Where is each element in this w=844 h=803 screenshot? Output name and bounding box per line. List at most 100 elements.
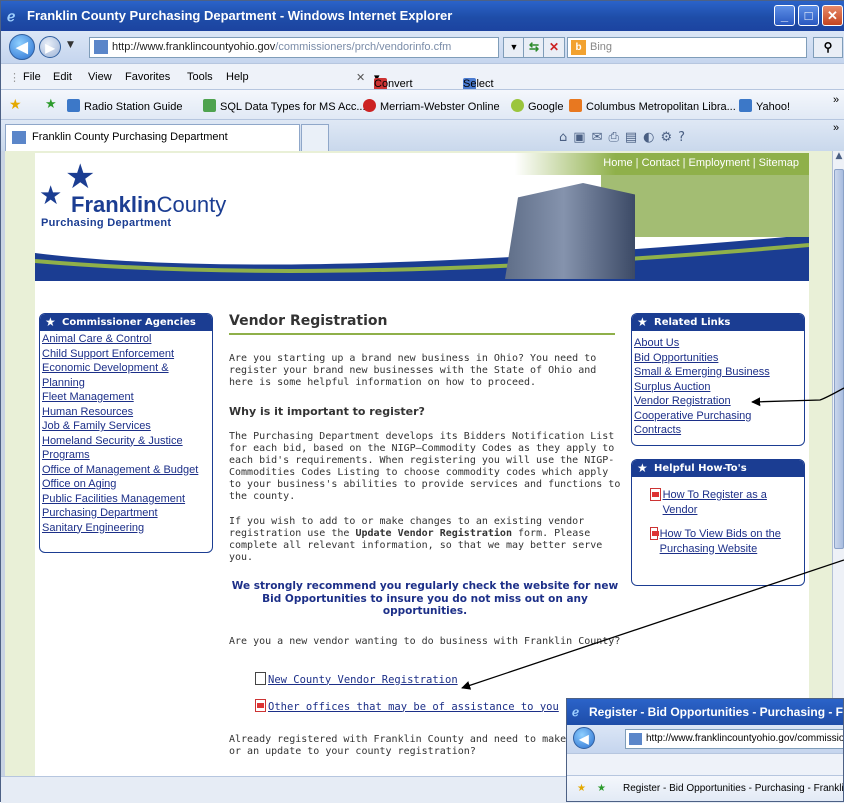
chevron-more-icon[interactable]: » [833,94,839,106]
nav-human-resources[interactable]: Human Resources [42,405,210,420]
howto-title: Helpful How-To's [654,463,747,474]
fav-columbus-library[interactable]: Columbus Metropolitan Libra... [569,99,736,113]
safety-icon[interactable]: ◐ [643,130,660,145]
home-icon[interactable]: ⌂ [559,130,573,145]
maximize-button[interactable]: □ [798,5,819,26]
page-title: Vendor Registration [229,313,615,335]
nav-animal-care[interactable]: Animal Care & Control [42,332,210,347]
nav-office-management[interactable]: Office of Management & Budget [42,463,210,478]
popup-title: Register - Bid Opportunities - Purchasin… [589,705,844,719]
popup-address-input[interactable]: http://www.franklincountyohio.gov/commis… [625,729,843,749]
favorites-star-icon[interactable]: ★ [577,776,586,801]
add-favorites-icon[interactable]: ★ [597,776,606,801]
convert-button[interactable]: Convert ▾ [374,71,413,91]
refresh-button[interactable]: ⇆ [523,37,545,58]
tools-gear-icon[interactable]: ⚙ [661,130,679,145]
nav-public-facilities[interactable]: Public Facilities Management [42,492,210,507]
popup-back-button[interactable]: ◀ [573,727,595,749]
scroll-up-icon[interactable]: ▲ [833,151,844,167]
rl-vendor-registration[interactable]: Vendor Registration [634,394,802,409]
menu-file[interactable]: File [23,71,41,83]
popup-title-bar: ℯ Register - Bid Opportunities - Purchasi… [567,699,843,725]
nav-sanitary-engineering[interactable]: Sanitary Engineering [42,521,210,536]
feeds-icon[interactable]: ▣ [573,130,591,145]
logo-county: County [156,192,227,217]
fav-google[interactable]: Google [511,99,563,113]
fav-merriam-webster[interactable]: Merriam-Webster Online [363,99,500,113]
top-link-employment[interactable]: Employment [689,157,750,169]
popup-toolbar [567,753,843,775]
rl-surplus-auction[interactable]: Surplus Auction [634,380,802,395]
nav-job-family[interactable]: Job & Family Services [42,419,210,434]
update-bold: Update Vendor Registration [355,528,512,539]
nav-fleet-management[interactable]: Fleet Management [42,390,210,405]
site-header: Home | Contact | Employment | Sitemap ★ … [35,153,809,281]
tab-label: Franklin County Purchasing Department [32,131,228,143]
rl-bid-opportunities[interactable]: Bid Opportunities [634,351,802,366]
fav-label: Google [528,101,564,113]
vertical-scrollbar[interactable]: ▲ [832,151,844,776]
url-path: /commissioners/prch/vendorinfo.cfm [275,41,452,53]
url-dropdown-button[interactable]: ▼ [503,37,525,58]
rl-cooperative-purchasing[interactable]: Cooperative Purchasing [634,409,802,424]
top-link-sitemap[interactable]: Sitemap [759,157,799,169]
nav-homeland-security[interactable]: Homeland Security & Justice Programs [42,434,210,463]
search-button[interactable]: ⚲ [813,37,843,58]
nav-child-support[interactable]: Child Support Enforcement [42,347,210,362]
page-body: Home | Contact | Employment | Sitemap ★ … [35,153,809,776]
site-logo[interactable]: ★ ★ FranklinCounty Purchasing Department [39,157,299,237]
nav-purchasing[interactable]: Purchasing Department [42,506,210,521]
rl-small-emerging-business[interactable]: Small & Emerging Business [634,365,802,380]
ie-page-icon [739,99,752,112]
scroll-thumb[interactable] [834,169,844,549]
building-image [505,183,635,279]
howto-view-bids[interactable]: How To View Bids on the Purchasing Websi… [660,527,798,556]
related-links-header: ★ Related Links [632,314,804,331]
add-favorites-icon[interactable]: ★ [45,96,57,112]
forward-button[interactable]: ▶ [39,36,61,58]
menu-view[interactable]: View [88,71,112,83]
search-input[interactable]: b Bing [567,37,807,58]
new-vendor-registration-link[interactable]: New County Vendor Registration [268,674,458,686]
menu-favorites[interactable]: Favorites [125,71,170,83]
back-button[interactable]: ◀ [9,34,35,60]
ie-logo-icon: ℯ [7,8,16,24]
new-vendor-question: Are you a new vendor wanting to do busin… [229,635,621,647]
rl-contracts[interactable]: Contracts [634,423,802,438]
fav-yahoo[interactable]: Yahoo! [739,99,790,113]
print-icon[interactable]: ⎙ [608,130,624,145]
nav-economic-development[interactable]: Economic Development & Planning [42,361,210,390]
popup-tab-label[interactable]: Register - Bid Opportunities - Purchasin… [623,783,843,794]
tab-purchasing-department[interactable]: Franklin County Purchasing Department [5,124,300,151]
chevron-more-icon[interactable]: » [833,122,839,134]
minimize-button[interactable]: _ [774,5,795,26]
top-link-home[interactable]: Home [603,157,632,169]
menu-tools[interactable]: Tools [187,71,213,83]
howto-register-vendor[interactable]: How To Register as a Vendor [663,488,798,517]
star-icon: ★ [39,181,63,211]
overlay-browser-window[interactable]: ℯ Register - Bid Opportunities - Purchasi… [566,698,844,802]
logo-text: FranklinCounty [71,192,226,218]
address-input[interactable]: http://www.franklincountyohio.gov/commis… [89,37,499,58]
history-dropdown-icon[interactable]: ▼ [67,40,74,50]
menu-help[interactable]: Help [226,71,249,83]
rl-about-us[interactable]: About Us [634,336,802,351]
popup-tab-bar: ★ ★ Register - Bid Opportunities - Purchas… [567,775,843,801]
new-tab-button[interactable] [301,124,329,151]
nav-office-aging[interactable]: Office on Aging [42,477,210,492]
favorites-star-icon[interactable]: ★ [9,96,22,113]
mail-icon[interactable]: ✉ [592,130,609,145]
fav-sql-data-types[interactable]: SQL Data Types for MS Acc... [203,99,366,113]
stop-button[interactable]: ✕ [543,37,565,58]
fav-radio-station-guide[interactable]: Radio Station Guide [67,99,182,113]
toolbar-close-icon[interactable]: ✕ [356,71,365,84]
other-offices-link[interactable]: Other offices that may be of assistance … [268,701,559,713]
menu-edit[interactable]: Edit [53,71,72,83]
agencies-title: Commissioner Agencies [62,317,196,328]
top-link-contact[interactable]: Contact [642,157,680,169]
help-icon[interactable]: ? [678,130,691,145]
star-icon: ★ [637,461,648,475]
registered-text: Already registered with Franklin County … [229,733,621,757]
close-button[interactable]: ✕ [822,5,843,26]
page-icon[interactable]: ▤ [625,130,643,145]
